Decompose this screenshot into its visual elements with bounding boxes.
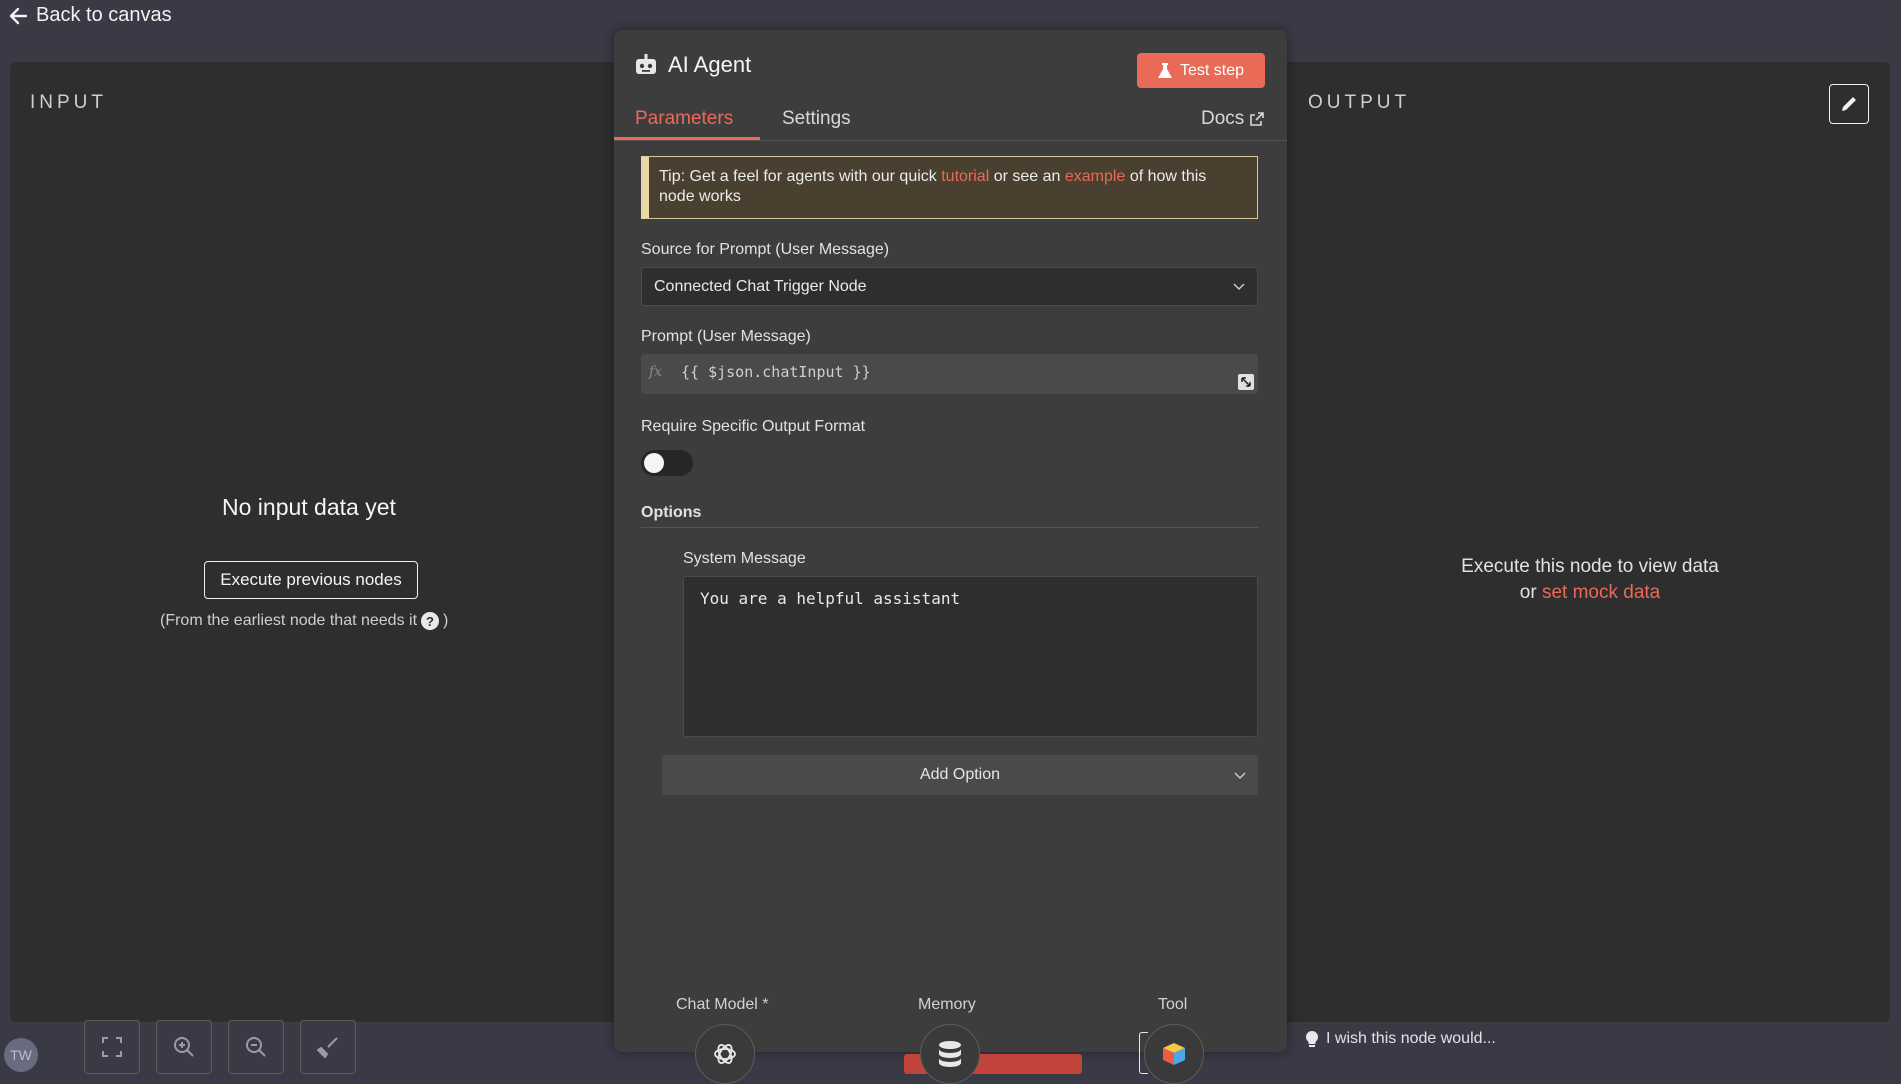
- tabs-divider: [614, 140, 1287, 141]
- tab-parameters[interactable]: Parameters: [635, 108, 733, 130]
- fit-view-button[interactable]: [84, 1020, 140, 1074]
- feedback-link[interactable]: I wish this node would...: [1306, 1030, 1496, 1048]
- input-panel-label: INPUT: [30, 92, 107, 113]
- node-title[interactable]: AI Agent: [668, 52, 751, 78]
- toggle-knob: [644, 453, 664, 473]
- prompt-label: Prompt (User Message): [641, 328, 811, 345]
- robot-icon: [636, 54, 656, 74]
- zoom-in-icon: [174, 1037, 194, 1057]
- options-divider: [641, 527, 1258, 528]
- system-message-textarea[interactable]: You are a helpful assistant: [683, 576, 1258, 737]
- prompt-input[interactable]: fx {{ $json.chatInput }}: [641, 354, 1258, 394]
- docs-label: Docs: [1201, 108, 1245, 129]
- memory-connector[interactable]: [920, 1024, 980, 1084]
- tab-settings[interactable]: Settings: [782, 108, 851, 130]
- source-prompt-value: Connected Chat Trigger Node: [654, 277, 867, 295]
- execute-previous-nodes-button[interactable]: Execute previous nodes: [204, 561, 418, 599]
- output-or-text: or: [1519, 582, 1537, 603]
- arrow-left-icon: [9, 7, 28, 24]
- system-message-label: System Message: [683, 550, 806, 567]
- database-icon: [939, 1041, 961, 1067]
- tip-prefix: Tip: Get a feel for agents with our quic…: [659, 168, 937, 185]
- zoom-in-button[interactable]: [156, 1020, 212, 1074]
- execute-hint-text: (From the earliest node that needs it: [160, 612, 418, 629]
- tool-connector[interactable]: [1144, 1024, 1204, 1084]
- output-message-text: Execute this node to view data: [1461, 556, 1719, 577]
- flask-icon: [1157, 62, 1172, 78]
- pencil-icon: [1842, 97, 1856, 111]
- external-link-icon: [1250, 112, 1265, 126]
- fx-icon: fx: [649, 364, 663, 380]
- source-prompt-label: Source for Prompt (User Message): [641, 241, 890, 258]
- lightbulb-icon: [1306, 1031, 1318, 1047]
- fullscreen-icon: [102, 1037, 122, 1057]
- cube-icon: [1163, 1043, 1185, 1065]
- tidy-up-button[interactable]: [300, 1020, 356, 1074]
- docs-link[interactable]: Docs: [1201, 108, 1265, 130]
- execute-hint-suffix: ): [443, 612, 449, 629]
- back-to-canvas-link[interactable]: Back to canvas: [8, 4, 172, 27]
- output-format-label: Require Specific Output Format: [641, 418, 866, 435]
- feedback-text: I wish this node would...: [1326, 1030, 1496, 1047]
- zoom-out-button[interactable]: [228, 1020, 284, 1074]
- test-step-button[interactable]: Test step: [1137, 53, 1265, 88]
- memory-label: Memory: [918, 996, 976, 1013]
- question-icon[interactable]: ?: [421, 612, 440, 630]
- broom-icon: [317, 1037, 338, 1058]
- tool-connector-bracket: [1139, 1032, 1148, 1074]
- output-empty-message: Execute this node to view data or set mo…: [1440, 554, 1740, 606]
- input-empty-title: No input data yet: [222, 494, 396, 520]
- zoom-out-icon: [246, 1037, 266, 1057]
- tool-label: Tool: [1158, 996, 1188, 1013]
- execute-hint: (From the earliest node that needs it ? …: [160, 612, 448, 630]
- edit-output-button[interactable]: [1829, 84, 1869, 124]
- chevron-down-icon: [1234, 772, 1246, 779]
- tutorial-link[interactable]: tutorial: [941, 168, 989, 185]
- options-heading: Options: [641, 504, 702, 521]
- active-tab-indicator: [614, 137, 760, 140]
- expand-icon[interactable]: [1238, 374, 1254, 390]
- test-step-label: Test step: [1179, 61, 1245, 79]
- chat-model-label: Chat Model *: [676, 996, 769, 1013]
- chevron-down-icon: [1233, 283, 1245, 290]
- source-prompt-select[interactable]: Connected Chat Trigger Node: [641, 267, 1258, 306]
- tip-middle: or see an: [993, 168, 1061, 185]
- back-to-canvas-label: Back to canvas: [36, 4, 172, 26]
- output-panel-label: OUTPUT: [1308, 92, 1411, 113]
- output-format-toggle[interactable]: [641, 450, 693, 476]
- node-header: AI Agent: [634, 52, 751, 78]
- avatar[interactable]: TW: [4, 1038, 38, 1072]
- prompt-expression: {{ $json.chatInput }}: [681, 363, 871, 381]
- add-option-dropdown[interactable]: Add Option: [662, 755, 1258, 795]
- chat-model-connector[interactable]: [695, 1024, 755, 1084]
- tip-callout: Tip: Get a feel for agents with our quic…: [641, 156, 1258, 219]
- openai-icon: [714, 1044, 736, 1064]
- add-option-label: Add Option: [919, 766, 1001, 783]
- example-link[interactable]: example: [1065, 168, 1125, 185]
- set-mock-data-link[interactable]: set mock data: [1542, 582, 1660, 603]
